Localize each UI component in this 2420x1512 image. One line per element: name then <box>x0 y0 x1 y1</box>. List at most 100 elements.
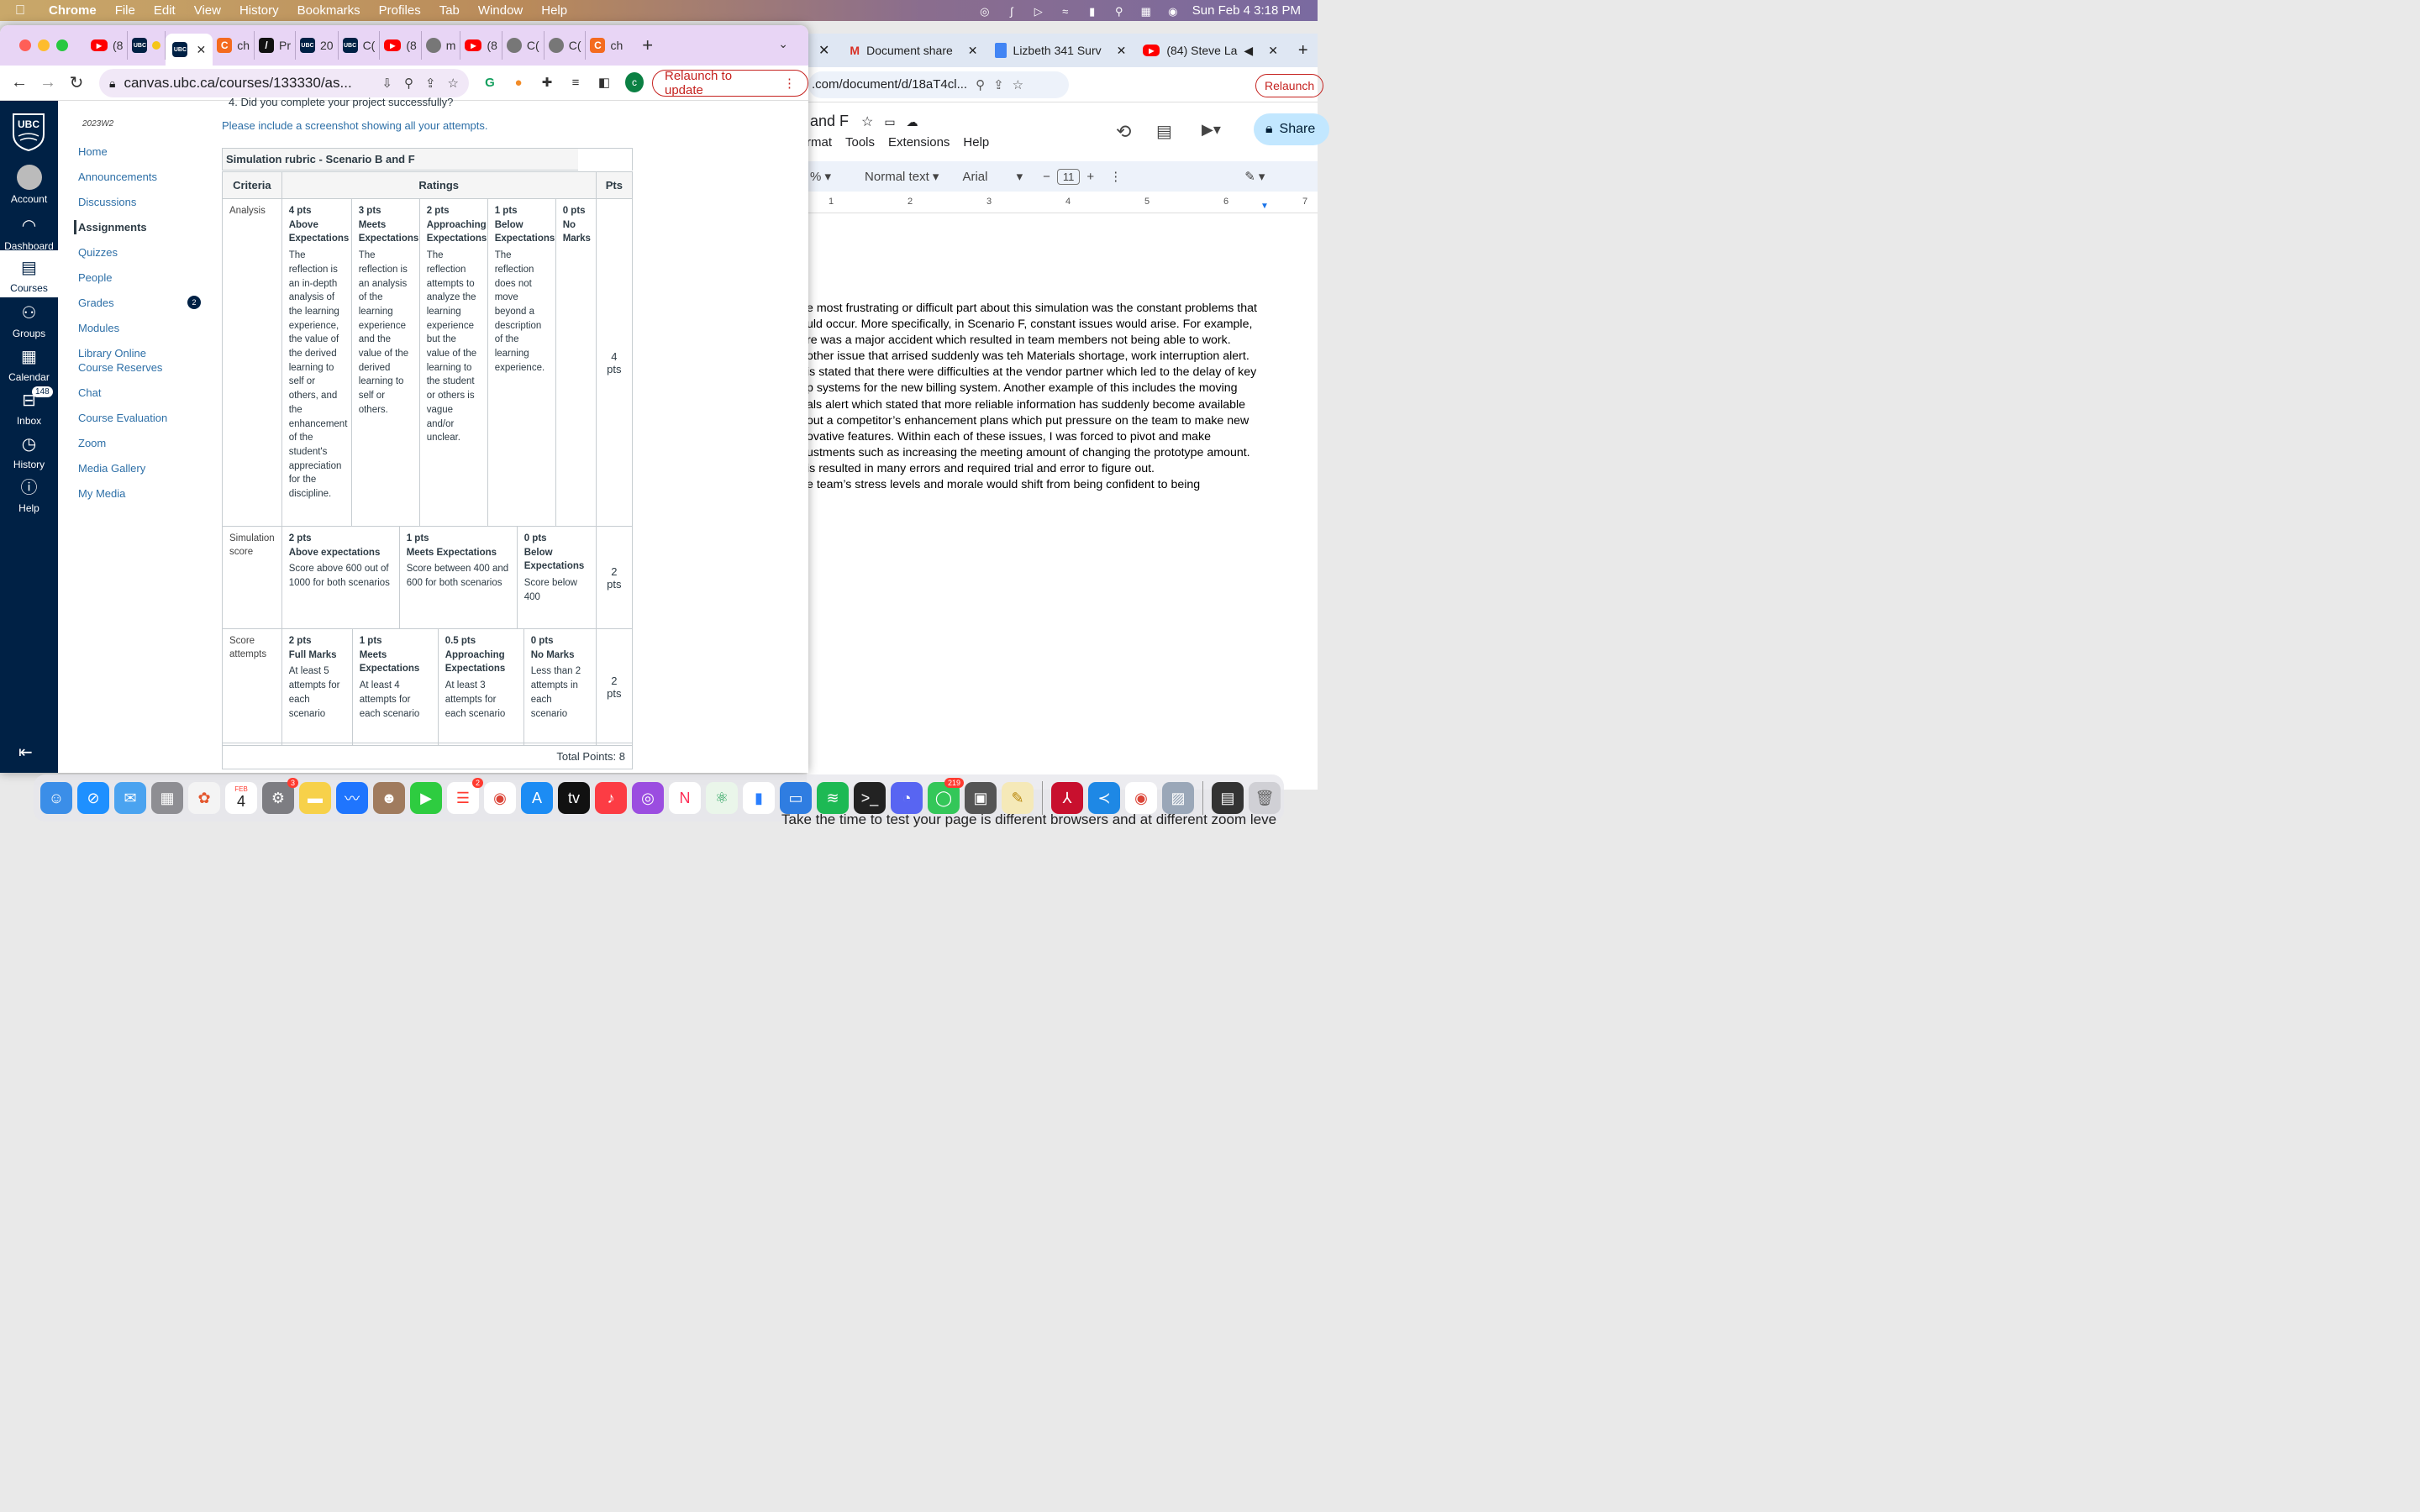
atom-icon[interactable]: ⚛ <box>706 782 738 814</box>
move-folder-icon[interactable]: ▭ <box>884 115 895 129</box>
global-nav-groups[interactable]: ⚇ Groups <box>0 302 58 339</box>
preview-icon[interactable]: ▨ <box>1162 782 1194 814</box>
finder-icon[interactable]: ☺ <box>40 782 72 814</box>
share-page-icon[interactable]: ⇪ <box>993 77 1004 92</box>
course-nav-home[interactable]: Home <box>78 144 108 159</box>
relaunch-button[interactable]: Relaunch to update ⋮ <box>652 69 808 97</box>
tab[interactable]: / Pr <box>255 31 296 60</box>
share-icon[interactable]: ⇪ <box>425 76 436 91</box>
star-icon[interactable]: ☆ <box>861 115 873 129</box>
course-nav-grades[interactable]: Grades 2 <box>78 296 204 310</box>
menu-file[interactable]: File <box>115 3 135 18</box>
tab-docs[interactable]: Lizbeth 341 Surv ✕ <box>986 34 1135 67</box>
global-nav-calendar[interactable]: ▦ Calendar <box>0 346 58 383</box>
tab-youtube[interactable]: ▶ (84) Steve La ◀ ✕ <box>1134 34 1286 67</box>
menu-view[interactable]: View <box>194 3 221 18</box>
font-size-decrease[interactable]: − <box>1043 170 1050 184</box>
calendar-icon[interactable]: FEB 4 <box>225 782 257 814</box>
menu-profiles[interactable]: Profiles <box>379 3 421 18</box>
extensions-puzzle-icon[interactable]: ✚ <box>538 73 556 92</box>
menu-window[interactable]: Window <box>478 3 523 18</box>
podcasts-icon[interactable]: ◎ <box>632 782 664 814</box>
global-nav-history[interactable]: ◷ History <box>0 433 58 470</box>
vscode-icon[interactable]: ≺ <box>1088 782 1120 814</box>
minimize-window-button[interactable] <box>38 39 50 51</box>
apple-icon[interactable]:  <box>15 3 34 18</box>
new-tab-icon[interactable]: + <box>1298 41 1308 60</box>
new-tab-button[interactable]: + <box>642 34 653 56</box>
global-nav-dashboard[interactable]: ◠ Dashboard <box>0 215 58 252</box>
course-nav-my-media[interactable]: My Media <box>78 486 125 501</box>
course-nav-chat[interactable]: Chat <box>78 386 101 400</box>
more-menu-icon[interactable]: ⋮ <box>783 76 796 91</box>
course-nav-course-evaluation[interactable]: Course Evaluation <box>78 411 167 425</box>
course-nav-zoom[interactable]: Zoom <box>78 436 106 450</box>
discord-icon[interactable]: ◔ <box>891 782 923 814</box>
doc-menu-help[interactable]: Help <box>963 135 989 150</box>
course-nav-modules[interactable]: Modules <box>78 321 119 335</box>
keynote-icon[interactable]: ▭ <box>780 782 812 814</box>
app-store-icon[interactable]: A <box>521 782 553 814</box>
menu-tab[interactable]: Tab <box>439 3 460 18</box>
siri-icon[interactable]: ◉ <box>1165 5 1181 18</box>
close-tab-icon[interactable]: ✕ <box>818 42 829 59</box>
more-options-icon[interactable]: ⋮ <box>1109 169 1122 184</box>
docs-relaunch-button[interactable]: Relaunch <box>1255 74 1324 97</box>
zoom-icon[interactable]: ⚲ <box>976 77 985 92</box>
forward-button[interactable]: → <box>34 73 62 92</box>
wifi-icon[interactable]: ≈ <box>1058 5 1073 18</box>
maximize-window-button[interactable] <box>56 39 68 51</box>
news-icon[interactable]: N <box>669 782 701 814</box>
course-nav-assignments[interactable]: Assignments <box>74 220 147 234</box>
indent-marker-icon[interactable]: ▼ <box>1260 202 1269 211</box>
menu-help[interactable]: Help <box>541 3 567 18</box>
back-button[interactable]: ← <box>5 73 34 92</box>
version-history-icon[interactable]: ⟲ <box>1116 121 1131 143</box>
battery-icon[interactable]: ▮ <box>1085 5 1100 18</box>
doc-title[interactable]: and F ☆ ▭ ☁ <box>810 113 918 130</box>
contacts-icon[interactable]: ☻ <box>373 782 405 814</box>
trash-icon[interactable]: 🗑︎ <box>1249 782 1281 814</box>
spotify-icon[interactable]: ≋ <box>817 782 849 814</box>
search-icon[interactable]: ⚲ <box>1112 5 1127 18</box>
freeform-icon[interactable]: 〰 <box>336 782 368 814</box>
close-icon[interactable]: ✕ <box>1268 44 1278 58</box>
tab[interactable]: ▶ (8 <box>87 31 129 60</box>
zoom-icon[interactable]: ⚲ <box>404 76 413 91</box>
profile-avatar[interactable]: c <box>625 72 644 92</box>
tab[interactable]: ▶ (8 <box>380 31 422 60</box>
reload-button[interactable]: ↻ <box>62 72 91 93</box>
address-bar[interactable]: 🔒︎ canvas.ubc.ca/courses/133330/as... ⇩ … <box>99 69 469 97</box>
bluetooth-icon[interactable]: ∫ <box>1004 5 1019 18</box>
music-icon[interactable]: ♪ <box>595 782 627 814</box>
acrobat-icon[interactable]: ⅄ <box>1051 782 1083 814</box>
tab[interactable]: C( <box>502 31 544 60</box>
reminders-icon[interactable]: ☰ 2 <box>447 778 483 814</box>
tab-active[interactable]: UBC ✕ <box>166 34 213 66</box>
play-icon[interactable]: ▷ <box>1031 5 1046 18</box>
bookmark-star-icon[interactable]: ☆ <box>1013 77 1023 92</box>
close-window-button[interactable] <box>19 39 31 51</box>
zoom-select[interactable]: % ▾ <box>810 169 831 184</box>
course-nav-quizzes[interactable]: Quizzes <box>78 245 118 260</box>
close-tab-icon[interactable]: ✕ <box>196 43 206 57</box>
tab-search-icon[interactable]: ⌄ <box>778 37 788 51</box>
tab[interactable]: ▶ (8 <box>460 31 502 60</box>
site-info-icon[interactable]: 🔒︎ <box>109 76 115 91</box>
course-nav-library-reserves[interactable]: Library Online Course Reserves <box>78 346 171 375</box>
tab-gmail[interactable]: M Document share ✕ <box>841 34 986 67</box>
control-center-icon[interactable]: ▦ <box>1139 5 1154 18</box>
extension-orange-icon[interactable]: ● <box>509 73 528 92</box>
apple-tv-icon[interactable]: tv <box>558 782 590 814</box>
messages-icon[interactable]: ◯ 219 <box>928 778 964 814</box>
tab[interactable]: Cch <box>213 31 255 60</box>
chrome-icon[interactable]: ◉ <box>484 782 516 814</box>
close-icon[interactable]: ✕ <box>1117 44 1127 58</box>
menubar-clock[interactable]: Sun Feb 4 3:18 PM <box>1192 3 1301 18</box>
menu-edit[interactable]: Edit <box>154 3 176 18</box>
install-icon[interactable]: ⇩ <box>381 76 392 91</box>
launchpad-icon[interactable]: ▦ <box>151 782 183 814</box>
screen-sharing-icon[interactable]: ▣ <box>965 782 997 814</box>
course-nav-media-gallery[interactable]: Media Gallery <box>78 461 145 475</box>
numbers-icon[interactable]: ▮ <box>743 782 775 814</box>
